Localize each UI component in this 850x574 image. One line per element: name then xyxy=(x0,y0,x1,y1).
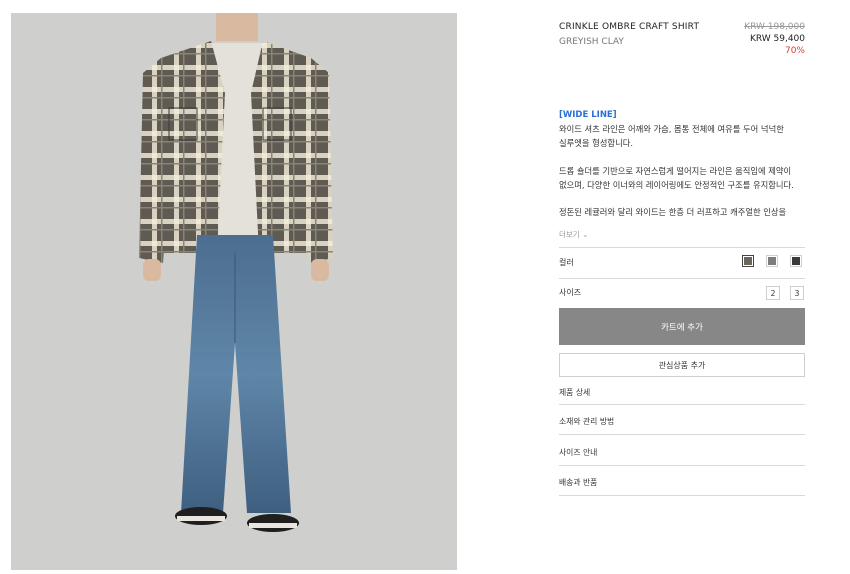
product-image xyxy=(11,13,457,570)
accordion-shipping-returns[interactable]: 배송과 반품 xyxy=(559,477,597,488)
size-button-3[interactable]: 3 xyxy=(790,286,804,300)
description-line: 없으며, 다양한 이너와의 레이어링에도 안정적인 구조를 유지합니다. xyxy=(559,180,794,190)
original-price: KRW 198,000 xyxy=(744,22,805,32)
divider xyxy=(559,404,805,405)
accordion-product-details[interactable]: 제품 상세 xyxy=(559,387,590,398)
color-option-label: 컬러 xyxy=(559,258,574,267)
discount-rate: 70% xyxy=(784,46,805,56)
add-to-wishlist-button[interactable]: 관심상품 추가 xyxy=(559,353,805,377)
divider xyxy=(559,247,805,248)
color-swatch-black[interactable] xyxy=(790,255,802,267)
add-to-cart-button[interactable]: 카트에 추가 xyxy=(559,308,805,345)
divider xyxy=(559,465,805,466)
description-paragraph-3: 정돈된 레귤러와 달리 와이드는 한층 더 러프하고 캐주얼한 인상을 xyxy=(559,207,787,217)
size-option-label: 사이즈 xyxy=(559,288,582,297)
description-line: 실루엣을 형성합니다. xyxy=(559,138,633,148)
accordion-material-care[interactable]: 소재와 관리 방법 xyxy=(559,416,614,427)
divider xyxy=(559,278,805,279)
description-line: 드롭 숄더를 기반으로 자연스럽게 떨어지는 라인은 움직임에 제약이 xyxy=(559,166,792,176)
divider xyxy=(559,495,805,496)
divider xyxy=(559,434,805,435)
description-line: 와이드 셔츠 라인은 어깨와 가슴, 몸통 전체에 여유를 두어 넉넉한 xyxy=(559,124,784,134)
more-link[interactable]: 더보기 ⌄ xyxy=(559,229,588,240)
sale-price: KRW 59,400 xyxy=(749,34,805,44)
description-paragraph-2: 드롭 숄더를 기반으로 자연스럽게 떨어지는 라인은 움직임에 제약이 없으며,… xyxy=(559,164,805,192)
color-swatch-greyish-clay[interactable] xyxy=(742,255,754,267)
color-chip xyxy=(768,257,776,265)
color-chip xyxy=(744,257,752,265)
color-swatch-grey[interactable] xyxy=(766,255,778,267)
size-button-2[interactable]: 2 xyxy=(766,286,780,300)
color-chip xyxy=(792,257,800,265)
description-tag: [WIDE LINE] xyxy=(559,110,617,120)
product-name: CRINKLE OMBRE CRAFT SHIRT xyxy=(559,22,700,32)
accordion-size-guide[interactable]: 사이즈 안내 xyxy=(559,447,597,458)
description-paragraph-1: 와이드 셔츠 라인은 어깨와 가슴, 몸통 전체에 여유를 두어 넉넉한 실루엣… xyxy=(559,122,805,150)
product-color-name: GREYISH CLAY xyxy=(559,37,624,47)
